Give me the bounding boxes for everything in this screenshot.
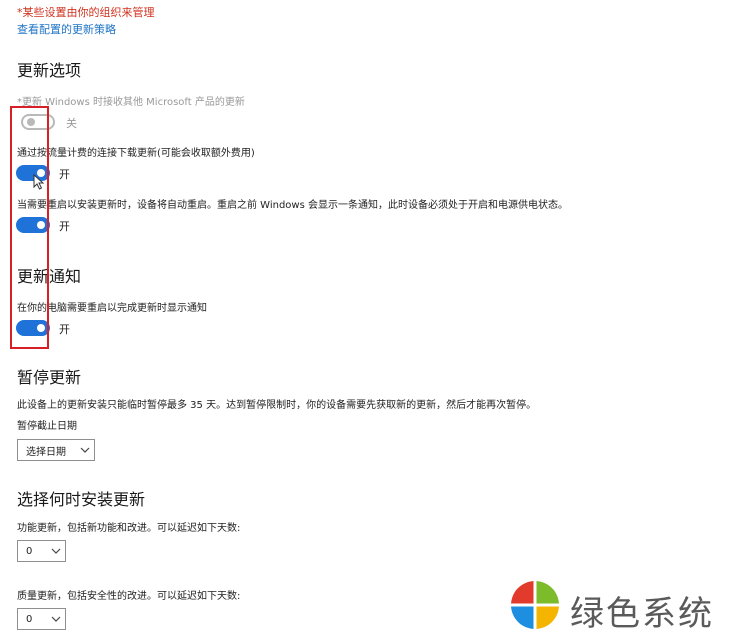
pause-description: 此设备上的更新安装只能临时暂停最多 35 天。达到暂停限制时，你的设备需要先获取… <box>17 400 537 411</box>
restart-notification-state: 开 <box>59 323 70 336</box>
chevron-down-icon <box>47 608 65 630</box>
pause-updates-heading: 暂停更新 <box>17 368 82 387</box>
feature-defer-select[interactable]: 0 <box>17 540 66 562</box>
other-products-state: 关 <box>66 117 77 130</box>
metered-download-state: 开 <box>59 168 70 181</box>
chevron-down-icon <box>76 439 94 461</box>
highlight-box <box>10 106 49 349</box>
auto-restart-label: 当需要重启以安装更新时，设备将自动重启。重启之前 Windows 会显示一条通知… <box>17 200 568 211</box>
install-timing-heading: 选择何时安装更新 <box>17 490 146 509</box>
watermark-logo-icon <box>511 581 559 629</box>
other-products-label: *更新 Windows 时接收其他 Microsoft 产品的更新 <box>17 97 245 108</box>
quality-defer-select[interactable]: 0 <box>17 608 66 630</box>
managed-notice: *某些设置由你的组织来管理 <box>17 6 155 19</box>
pause-date-value: 选择日期 <box>26 446 66 458</box>
view-policies-link[interactable]: 查看配置的更新策略 <box>17 21 116 37</box>
quality-update-label: 质量更新，包括安全性的改进。可以延迟如下天数: <box>17 591 241 602</box>
metered-download-label: 通过按流量计费的连接下载更新(可能会收取额外费用) <box>17 148 255 159</box>
watermark-brand-text: 绿色系统 <box>570 594 714 634</box>
pause-date-select[interactable]: 选择日期 <box>17 439 95 461</box>
update-options-heading: 更新选项 <box>17 61 82 80</box>
feature-defer-value: 0 <box>26 545 33 557</box>
quality-defer-value: 0 <box>26 613 33 625</box>
pause-until-label: 暂停截止日期 <box>17 421 77 432</box>
chevron-down-icon <box>47 540 65 562</box>
auto-restart-state: 开 <box>59 220 70 233</box>
feature-update-label: 功能更新，包括新功能和改进。可以延迟如下天数: <box>17 523 241 534</box>
